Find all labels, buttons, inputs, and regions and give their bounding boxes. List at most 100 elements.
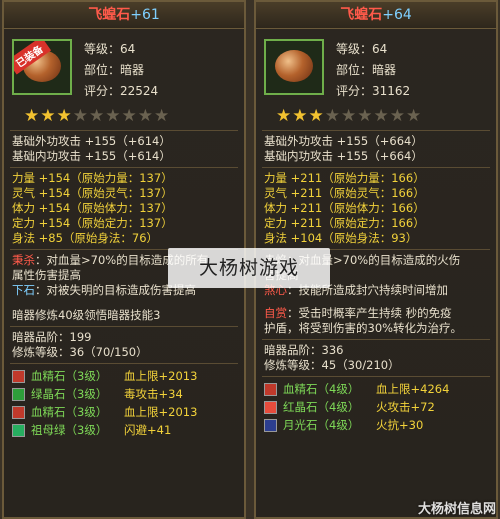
attr-stat: 定力 +211（原始定力：166） bbox=[264, 216, 425, 230]
star-icon: ★ bbox=[105, 106, 122, 126]
item-icon bbox=[264, 39, 324, 95]
gem-row: 月光石（4级） 火抗+30 bbox=[256, 416, 496, 434]
divider bbox=[10, 363, 238, 364]
gem-row: 祖母绿（3级） 闪避+41 bbox=[4, 421, 244, 439]
divider bbox=[262, 376, 490, 377]
star-icon: ★ bbox=[292, 106, 309, 126]
item-slot: 部位：暗器 bbox=[336, 63, 397, 77]
star-icon: ★ bbox=[24, 106, 41, 126]
item-score: 评分：22524 bbox=[84, 84, 159, 98]
star-icon: ★ bbox=[406, 106, 423, 126]
item-refine-level: +64 bbox=[382, 7, 412, 23]
base-stat: 基础外功攻击 +155（+664） bbox=[264, 134, 423, 148]
attr-stat: 身法 +85（原始身法：76） bbox=[12, 231, 159, 245]
star-icon: ★ bbox=[72, 106, 89, 126]
attr-stat: 体力 +211（原始体力：166） bbox=[264, 201, 425, 215]
item-meta: 等级：64 部位：暗器 评分：31162 bbox=[336, 39, 410, 102]
divider bbox=[10, 326, 238, 327]
gem-row: 绿晶石（3级） 毒攻击+34 bbox=[4, 385, 244, 403]
gem-name: 祖母绿（3级） bbox=[31, 423, 108, 437]
gem-name: 绿晶石（3级） bbox=[31, 387, 108, 401]
attr-stat: 灵气 +211（原始灵气：166） bbox=[264, 186, 425, 200]
gem-bonus: 火抗+30 bbox=[376, 418, 424, 432]
base-stat: 基础内功攻击 +155（+664） bbox=[264, 149, 423, 163]
star-rating: ★★★★★★★★★ bbox=[4, 105, 244, 127]
gem-list: 血精石（3级） 血上限+2013 绿晶石（3级） 毒攻击+34 血精石（3级） 血上限+2… bbox=[4, 367, 244, 439]
gem-icon bbox=[264, 419, 277, 432]
item-title: 飞蝗石+64 bbox=[256, 2, 496, 29]
item-name: 飞蝗石 bbox=[88, 7, 131, 23]
star-icon: ★ bbox=[137, 106, 154, 126]
effect-label: 秉杀 bbox=[12, 253, 35, 267]
stone-icon bbox=[275, 50, 313, 82]
gem-icon bbox=[264, 401, 277, 414]
gem-icon bbox=[264, 383, 277, 396]
item-level: 等级：64 bbox=[84, 42, 136, 56]
star-icon: ★ bbox=[341, 106, 358, 126]
base-stat: 基础外功攻击 +155（+614） bbox=[12, 134, 171, 148]
divider bbox=[262, 130, 490, 131]
corner-watermark: 大杨树信息网 bbox=[417, 502, 496, 517]
item-name: 飞蝗石 bbox=[340, 7, 383, 23]
effect-line: 自赏：受击时概率产生持续 秒的免疫 bbox=[256, 306, 496, 321]
gem-row: 红晶石（4级） 火攻击+72 bbox=[256, 398, 496, 416]
attr-stat: 力量 +211（原始力量：166） bbox=[264, 171, 425, 185]
effect-label: 自赏 bbox=[264, 306, 287, 320]
star-icon: ★ bbox=[154, 106, 171, 126]
gem-row: 血精石（3级） 血上限+2013 bbox=[4, 403, 244, 421]
attr-stat: 力量 +154（原始力量：137） bbox=[12, 171, 173, 185]
gem-bonus: 血上限+2013 bbox=[124, 369, 198, 383]
gem-icon bbox=[12, 370, 25, 383]
gem-bonus: 闪避+41 bbox=[124, 423, 172, 437]
star-icon: ★ bbox=[373, 106, 390, 126]
star-icon: ★ bbox=[357, 106, 374, 126]
attr-stat: 灵气 +154（原始灵气：137） bbox=[12, 186, 173, 200]
item-score: 评分：31162 bbox=[336, 84, 411, 98]
item-icon: 已装备 bbox=[12, 39, 72, 95]
gem-name: 血精石（3级） bbox=[31, 405, 108, 419]
item-slot: 部位：暗器 bbox=[84, 63, 145, 77]
skill-line: 暗器修炼40级领悟暗器技能3 bbox=[12, 308, 161, 322]
gem-row: 血精石（4级） 血上限+4264 bbox=[256, 380, 496, 398]
attr-stat: 体力 +154（原始体力：137） bbox=[12, 201, 173, 215]
gem-bonus: 毒攻击+34 bbox=[124, 387, 183, 401]
star-icon: ★ bbox=[121, 106, 138, 126]
divider bbox=[10, 130, 238, 131]
divider bbox=[10, 167, 238, 168]
star-icon: ★ bbox=[308, 106, 325, 126]
gem-list: 血精石（4级） 血上限+4264 红晶石（4级） 火攻击+72 月光石（4级） 火抗+30 bbox=[256, 380, 496, 434]
effect-text: 属性伤害提高 bbox=[12, 268, 81, 282]
gem-bonus: 血上限+4264 bbox=[376, 382, 450, 396]
effect-text: ：受击时概率产生持续 秒的免疫 bbox=[287, 306, 452, 320]
gem-icon bbox=[12, 424, 25, 437]
weapon-grade: 暗器品阶：336 bbox=[264, 343, 344, 357]
cultivation-level: 修炼等级：45（30/210） bbox=[264, 358, 400, 372]
item-level: 等级：64 bbox=[336, 42, 388, 56]
star-icon: ★ bbox=[40, 106, 57, 126]
item-meta: 等级：64 部位：暗器 评分：22524 bbox=[84, 39, 158, 102]
gem-name: 血精石（3级） bbox=[31, 369, 108, 383]
star-icon: ★ bbox=[89, 106, 106, 126]
gem-icon bbox=[12, 406, 25, 419]
item-title: 飞蝗石+61 bbox=[4, 2, 244, 29]
gem-row: 血精石（3级） 血上限+2013 bbox=[4, 367, 244, 385]
star-rating: ★★★★★★★★★ bbox=[256, 105, 496, 127]
attr-stat: 身法 +104（原始身法：93） bbox=[264, 231, 418, 245]
cultivation-level: 修炼等级：36（70/150） bbox=[12, 345, 148, 359]
item-refine-level: +61 bbox=[130, 7, 160, 23]
star-icon: ★ bbox=[389, 106, 406, 126]
watermark: 大杨树游戏 bbox=[168, 248, 330, 288]
star-icon: ★ bbox=[324, 106, 341, 126]
gem-name: 红晶石（4级） bbox=[283, 400, 360, 414]
divider bbox=[262, 339, 490, 340]
gem-bonus: 血上限+2013 bbox=[124, 405, 198, 419]
gem-name: 月光石（4级） bbox=[283, 418, 360, 432]
star-icon: ★ bbox=[276, 106, 293, 126]
gem-icon bbox=[12, 388, 25, 401]
divider bbox=[262, 167, 490, 168]
attr-stat: 定力 +154（原始定力：137） bbox=[12, 216, 173, 230]
effect-line: 护盾，将受到伤害的30%转化为治疗。 bbox=[264, 321, 463, 335]
base-stat: 基础内功攻击 +155（+614） bbox=[12, 149, 171, 163]
gem-bonus: 火攻击+72 bbox=[376, 400, 435, 414]
star-icon: ★ bbox=[56, 106, 73, 126]
